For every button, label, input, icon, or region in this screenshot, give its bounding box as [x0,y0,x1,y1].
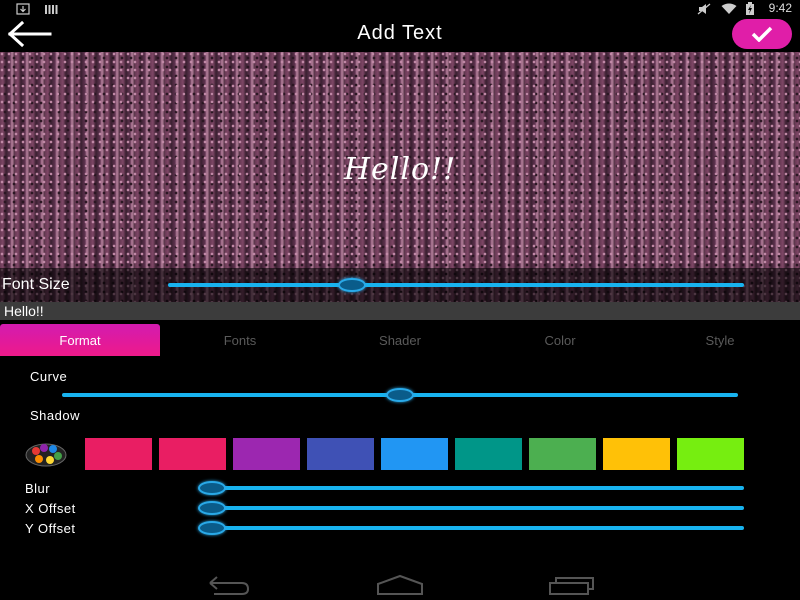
x-offset-slider[interactable] [198,501,744,515]
font-size-label: Font Size [2,276,70,293]
tab-shader[interactable]: Shader [320,324,480,356]
curve-slider[interactable] [62,388,738,402]
confirm-button[interactable] [732,19,792,49]
slider-thumb[interactable] [338,278,367,292]
back-nav-icon[interactable] [204,574,254,596]
tab-bar: Format Fonts Shader Color Style [0,324,800,356]
slider-track [212,526,744,530]
curve-label: Curve [30,369,68,384]
action-bar: Add Text [0,16,800,52]
shadow-swatch[interactable] [85,438,152,470]
font-size-row: Font Size [0,268,800,302]
checkmark-icon [751,26,773,42]
status-bar: 9:42 [0,0,800,16]
shadow-swatch[interactable] [159,438,226,470]
text-preview-canvas[interactable]: Hello!! [0,52,800,302]
shadow-swatch[interactable] [455,438,522,470]
font-size-slider[interactable] [168,278,744,292]
shadow-swatch[interactable] [307,438,374,470]
shadow-label: Shadow [30,408,80,423]
tab-style[interactable]: Style [640,324,800,356]
navigation-bar [0,568,800,600]
tab-color[interactable]: Color [480,324,640,356]
blur-slider[interactable] [198,481,744,495]
download-icon [16,2,30,15]
blur-label: Blur [25,481,51,496]
slider-thumb[interactable] [198,501,226,515]
signal-bars-icon [44,2,58,14]
tab-format[interactable]: Format [0,324,160,356]
shadow-color-swatches [85,438,744,470]
mute-icon [697,2,711,15]
shadow-swatch[interactable] [233,438,300,470]
clock-time: 9:42 [768,1,792,15]
tab-fonts[interactable]: Fonts [160,324,320,356]
wifi-icon [721,2,737,14]
x-offset-label: X Offset [25,501,76,516]
home-nav-icon[interactable] [375,574,425,596]
page-title: Add Text [357,22,443,44]
slider-thumb[interactable] [198,521,226,535]
slider-thumb[interactable] [198,481,226,495]
y-offset-label: Y Offset [25,521,76,536]
y-offset-slider[interactable] [198,521,744,535]
shadow-swatch[interactable] [677,438,744,470]
slider-track [168,283,744,287]
shadow-swatch[interactable] [603,438,670,470]
battery-charging-icon [745,2,759,15]
slider-track [212,506,744,510]
slider-thumb[interactable] [386,388,414,402]
slider-track [212,486,744,490]
preview-text[interactable]: Hello!! [0,152,800,187]
shadow-swatch[interactable] [381,438,448,470]
recents-nav-icon[interactable] [546,574,596,596]
color-palette-icon[interactable] [24,441,68,467]
text-input[interactable] [0,302,800,320]
shadow-swatch[interactable] [529,438,596,470]
